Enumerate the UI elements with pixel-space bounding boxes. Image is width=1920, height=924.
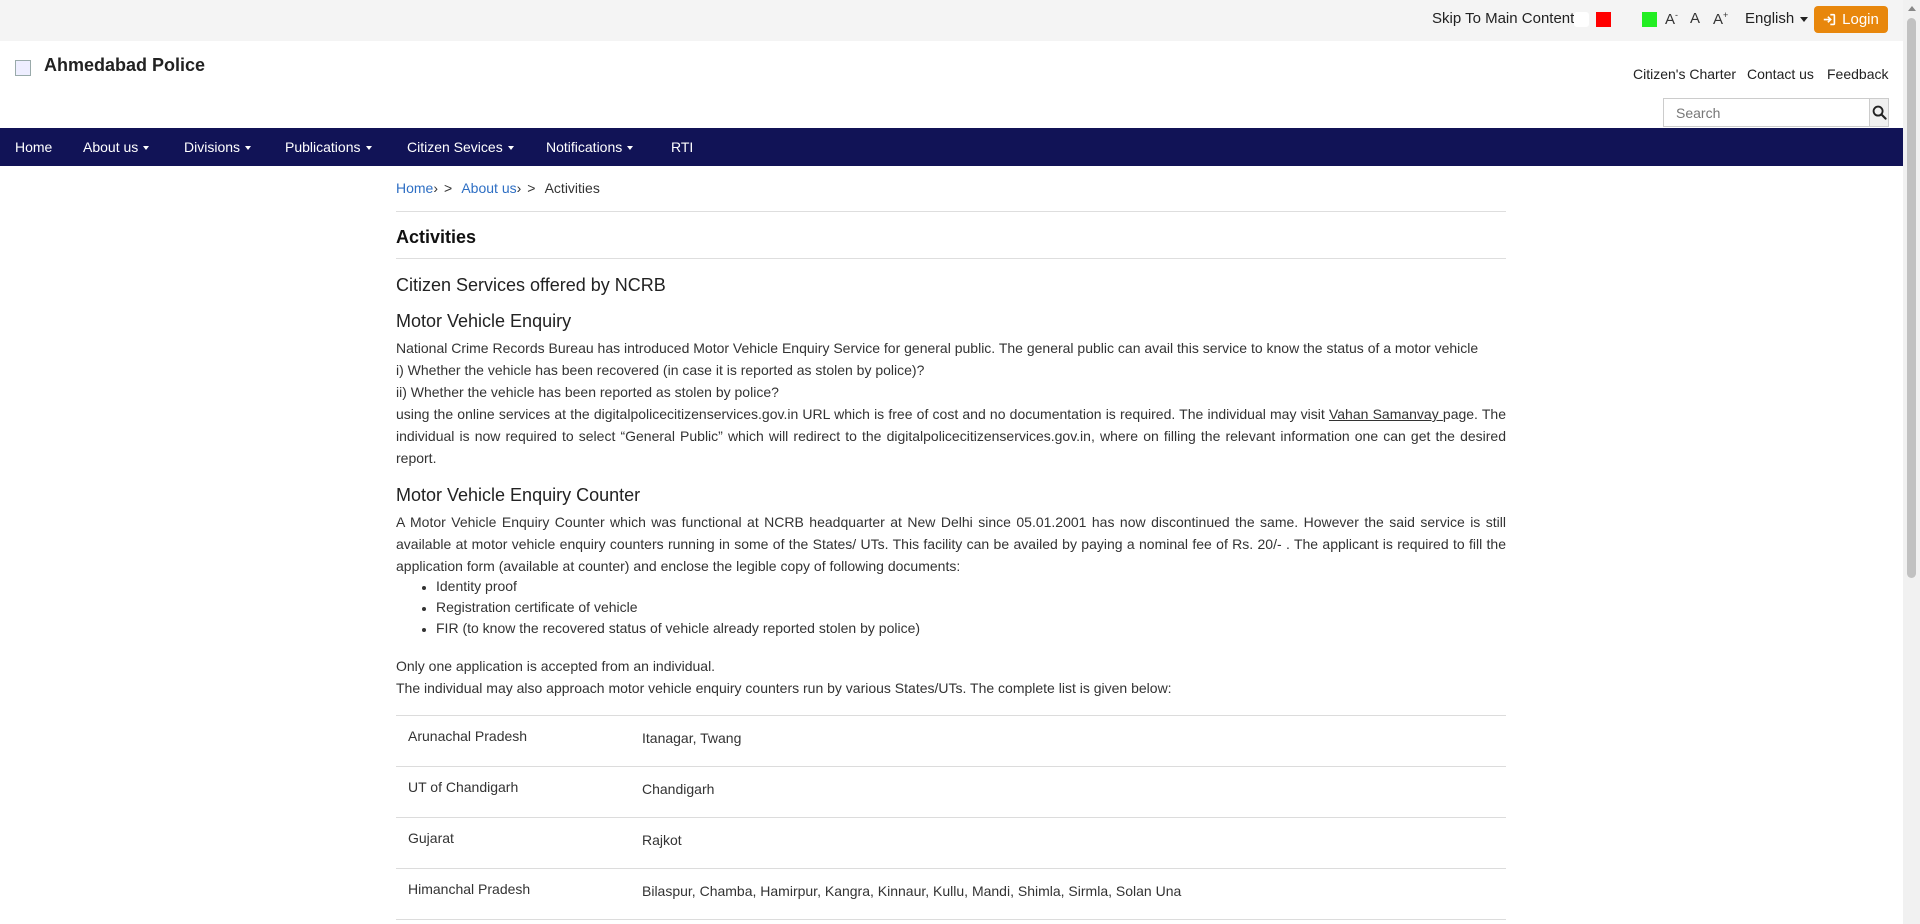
breadcrumb-current: Activities (544, 180, 600, 196)
state-cell: Arunachal Pradesh (408, 728, 528, 744)
table-row: Arunachal Pradesh Itanagar, Twang (396, 715, 1506, 766)
note-counters-list: The individual may also approach motor v… (396, 680, 1172, 696)
breadcrumb: Home› > About us› > Activities (396, 180, 600, 196)
nav-home[interactable]: Home (15, 128, 52, 166)
mve-paragraph: using the online services at the digital… (396, 406, 1506, 466)
header-link-feedback[interactable]: Feedback (1827, 66, 1888, 82)
counter-paragraph: A Motor Vehicle Enquiry Counter which wa… (396, 514, 1506, 574)
scrollbar-thumb[interactable] (1907, 18, 1916, 578)
list-item: Identity proof (436, 576, 920, 597)
caret-down-icon (365, 146, 372, 151)
skip-to-main-link[interactable]: Skip To Main Content (1432, 10, 1574, 27)
note-one-application: Only one application is accepted from an… (396, 658, 716, 674)
theme-white-button[interactable] (1574, 12, 1589, 27)
nav-about-us[interactable]: About us (83, 128, 150, 166)
mve-question-2: ii) Whether the vehicle has been reporte… (396, 384, 779, 400)
vahan-samanvay-link[interactable]: Vahan Samanvay (1329, 406, 1443, 422)
nav-publications[interactable]: Publications (285, 128, 372, 166)
breadcrumb-home[interactable]: Home (396, 180, 433, 196)
documents-list: Identity proof Registration certificate … (436, 576, 920, 639)
list-item: Registration certificate of vehicle (436, 597, 920, 618)
caret-down-icon (143, 146, 150, 151)
cities-cell: Chandigarh (642, 781, 715, 797)
list-item: FIR (to know the recovered status of veh… (436, 618, 920, 639)
caret-down-icon (245, 146, 252, 151)
site-logo[interactable] (15, 60, 31, 76)
search-box (1663, 98, 1889, 127)
divider (396, 211, 1506, 212)
header-link-contact-us[interactable]: Contact us (1747, 66, 1814, 82)
font-increase-button[interactable]: A+ (1713, 10, 1728, 28)
search-input[interactable] (1664, 99, 1869, 126)
breadcrumb-about-us[interactable]: About us (461, 180, 516, 196)
scroll-up-icon[interactable] (1908, 6, 1916, 11)
font-normal-button[interactable]: A (1690, 10, 1700, 27)
caret-down-icon (627, 146, 634, 151)
chevron-down-icon (1800, 16, 1809, 22)
theme-red-button[interactable] (1596, 12, 1611, 27)
table-row: UT of Chandigarh Chandigarh (396, 766, 1506, 817)
counter-heading: Motor Vehicle Enquiry Counter (396, 485, 641, 505)
top-utility-bar: Skip To Main Content A- A A+ English Log… (0, 0, 1903, 41)
table-row: Himanchal Pradesh Bilaspur, Chamba, Hami… (396, 868, 1506, 920)
state-cell: Himanchal Pradesh (408, 881, 531, 897)
page-title: Activities (396, 227, 477, 247)
cities-cell: Itanagar, Twang (642, 730, 742, 746)
breadcrumb-chevron-icon: › (433, 180, 439, 196)
mve-question-1: i) Whether the vehicle has been recovere… (396, 362, 925, 378)
breadcrumb-chevron-icon: › (516, 180, 522, 196)
main-navbar: Home About us Divisions Publications Cit… (0, 128, 1903, 166)
state-cell: UT of Chandigarh (408, 779, 519, 795)
nav-rti[interactable]: RTI (671, 128, 693, 166)
divider (396, 258, 1506, 259)
section-title: Citizen Services offered by NCRB (396, 275, 666, 295)
mve-intro: National Crime Records Bureau has introd… (396, 340, 1479, 356)
nav-notifications[interactable]: Notifications (546, 128, 634, 166)
state-cell: Gujarat (408, 830, 454, 846)
cities-cell: Rajkot (642, 832, 682, 848)
login-button[interactable]: Login (1814, 6, 1888, 33)
header-link-citizens-charter[interactable]: Citizen's Charter (1633, 66, 1736, 82)
search-icon (1872, 105, 1887, 120)
nav-divisions[interactable]: Divisions (184, 128, 252, 166)
cities-cell: Bilaspur, Chamba, Hamirpur, Kangra, Kinn… (642, 883, 1182, 899)
search-button[interactable] (1869, 99, 1888, 126)
language-select[interactable]: English (1745, 10, 1809, 27)
mve-heading: Motor Vehicle Enquiry (396, 311, 572, 331)
page-scrollbar[interactable] (1903, 0, 1920, 924)
theme-green-button[interactable] (1642, 12, 1657, 27)
nav-citizen-services[interactable]: Citizen Sevices (407, 128, 514, 166)
states-table: Arunachal Pradesh Itanagar, Twang UT of … (396, 715, 1506, 920)
caret-down-icon (507, 146, 514, 151)
site-title[interactable]: Ahmedabad Police (44, 55, 205, 76)
table-row: Gujarat Rajkot (396, 817, 1506, 868)
font-decrease-button[interactable]: A- (1665, 10, 1678, 28)
sign-in-icon (1823, 13, 1836, 26)
